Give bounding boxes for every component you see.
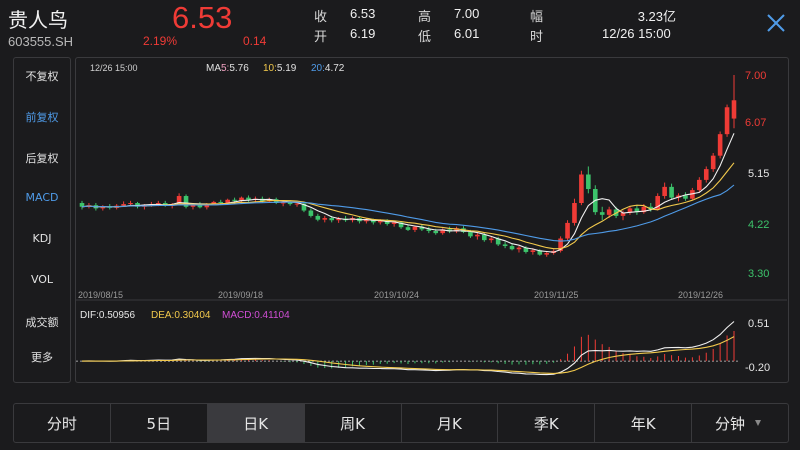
candle-body — [530, 250, 536, 252]
candle-body — [322, 218, 328, 220]
candle-body — [717, 134, 723, 156]
candle-body — [315, 215, 321, 220]
candle-body — [710, 155, 716, 170]
price-tick: 4.22 — [748, 219, 770, 231]
price-tick: 7.00 — [745, 70, 767, 82]
macd-tick: -0.20 — [745, 362, 771, 374]
period-tabs: 分时 5日 日K 周K 月K 季K 年K 分钟 — [13, 403, 789, 443]
ma5-line — [81, 133, 735, 253]
candle-body — [475, 234, 480, 237]
candle-body — [662, 186, 667, 197]
price-tick: 3.30 — [748, 268, 770, 280]
candle-body — [412, 226, 418, 230]
date-tick: 2019/11/25 — [534, 290, 579, 300]
price-tick: 5.15 — [748, 168, 770, 180]
macd-legend: MACD:0.41104 — [222, 310, 290, 321]
ma20-line — [81, 184, 735, 242]
tab-5day[interactable]: 5日 — [111, 404, 208, 442]
candle-body — [433, 230, 439, 234]
candle-body — [703, 169, 709, 180]
candle-body — [565, 222, 570, 239]
dif-line — [81, 321, 735, 376]
candle-body — [516, 247, 522, 250]
candle-body — [599, 212, 605, 215]
candle-body — [572, 203, 577, 223]
tab-quarterly-k[interactable]: 季K — [498, 404, 596, 442]
dropdown-icon — [755, 420, 762, 426]
macd-tick: 0.51 — [748, 318, 770, 330]
tab-minute[interactable]: 分钟 — [692, 404, 788, 442]
date-tick: 2019/10/24 — [374, 290, 420, 300]
tab-intraday[interactable]: 分时 — [14, 404, 111, 442]
dif-legend: DIF:0.50956 — [80, 310, 136, 321]
candle-body — [488, 238, 494, 241]
candle-body — [502, 244, 508, 247]
candle-body — [218, 201, 224, 204]
tab-daily-k[interactable]: 日K — [207, 404, 305, 442]
candle-body — [329, 218, 335, 221]
tab-minute-label: 分钟 — [715, 414, 746, 433]
ma10-line — [81, 162, 735, 250]
date-tick: 2019/12/26 — [678, 290, 724, 300]
price-tick: 6.07 — [745, 117, 767, 129]
tab-monthly-k[interactable]: 月K — [402, 404, 499, 442]
candle-body — [468, 232, 473, 237]
candle-body — [128, 203, 133, 205]
candle-body — [724, 107, 730, 135]
candle-body — [669, 186, 674, 198]
candle-body — [232, 199, 237, 201]
candle-body — [579, 174, 584, 204]
candle-body — [481, 234, 487, 241]
date-tick: 2019/09/18 — [218, 290, 264, 300]
candle-body — [697, 179, 702, 191]
candle-body — [509, 246, 515, 250]
tab-weekly-k[interactable]: 周K — [305, 404, 402, 442]
candle-body — [586, 174, 591, 190]
candle-body — [294, 203, 300, 205]
candle-body — [405, 227, 411, 230]
candle-body — [308, 210, 314, 216]
dea-legend: DEA:0.30404 — [151, 310, 211, 321]
chart-canvas — [76, 75, 787, 376]
candle-body — [731, 100, 737, 119]
candle-body — [121, 204, 126, 206]
candle-body — [606, 209, 612, 215]
tab-yearly-k[interactable]: 年K — [595, 404, 693, 442]
candle-body — [544, 253, 550, 255]
dea-line — [82, 336, 735, 374]
date-tick: 2019/08/15 — [78, 290, 124, 300]
